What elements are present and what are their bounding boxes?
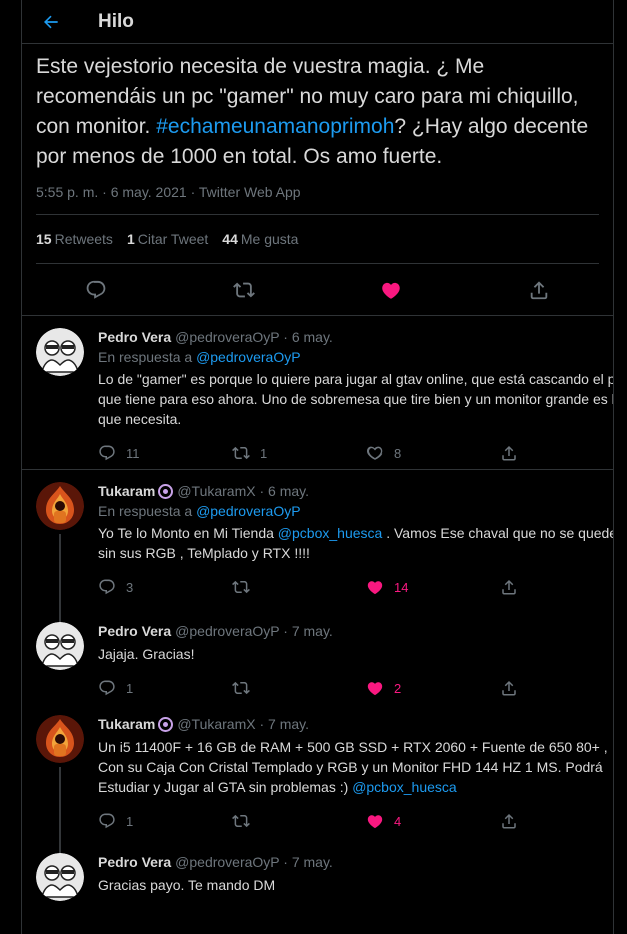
likes-stat[interactable]: 44 Me gusta [222,231,298,247]
share-button[interactable] [528,279,550,301]
reply-button[interactable] [85,279,107,301]
author-name[interactable]: Pedro Vera [98,328,171,346]
heart-filled-icon [367,581,383,595]
reply-button[interactable]: 11 [98,444,232,462]
like-button[interactable]: 8 [366,444,500,462]
tweet-stats: 15 Retweets 1 Citar Tweet 44 Me gusta [36,215,599,264]
tweet-text: Gracias payo. Te mando DM [98,877,276,893]
like-button[interactable]: 14 [366,578,500,596]
main-tweet-actions [22,264,613,316]
retweet-button[interactable] [232,812,366,830]
retweet-icon [232,580,250,594]
mention-link[interactable]: @pedroveraOyP [196,349,300,365]
author-name[interactable]: Tukaram [98,715,155,733]
mention-link[interactable]: @pcbox_huesca [352,779,457,795]
heart-icon [366,446,383,460]
share-button[interactable] [500,679,613,697]
share-icon [530,280,548,299]
reply-icon [99,680,115,696]
author-handle[interactable]: @pedroveraOyP · 7 may. [175,622,333,640]
reply-tweet[interactable]: Pedro Vera @pedroveraOyP · 7 may. Jajaja… [22,610,613,703]
share-button[interactable] [500,812,613,830]
like-button[interactable]: 2 [366,679,500,697]
share-icon [502,813,516,829]
badge-icon [158,716,174,732]
retweet-button[interactable] [232,279,255,301]
share-button[interactable] [500,578,613,596]
author-handle[interactable]: @TukaramX · 7 may. [177,715,309,733]
main-tweet: Este vejestorio necesita de vuestra magi… [22,44,613,264]
reply-button[interactable]: 1 [98,679,232,697]
reply-icon [99,445,115,461]
heart-filled-icon [367,815,383,829]
reply-tweet[interactable]: Pedro Vera @pedroveraOyP · 7 may. Gracia… [22,841,613,921]
mention-link[interactable]: @pcbox_huesca [278,525,383,541]
retweet-icon [232,814,250,828]
tweet-actions: 1 4 [98,809,613,833]
reply-tweet[interactable]: Pedro Vera @pedroveraOyP · 6 may. En res… [22,316,613,470]
reply-icon [86,280,106,299]
heart-filled-icon [382,282,401,299]
tweet-actions: 11 1 8 [98,441,613,465]
avatar[interactable] [36,715,84,763]
author-handle[interactable]: @pedroveraOyP · 7 may. [175,853,333,871]
tweet-timestamp[interactable]: 5:55 p. m. · 6 may. 2021 · Twitter Web A… [36,184,599,215]
reply-button[interactable]: 3 [98,578,232,596]
retweets-stat[interactable]: 15 Retweets [36,231,113,247]
tweet-text: Lo de "gamer" es porque lo quiere para j… [98,371,614,427]
like-button[interactable] [380,279,402,301]
tweet-actions: 3 14 [98,575,613,599]
in-reply-to: En respuesta a @pedroveraOyP [98,503,301,519]
hashtag-link[interactable]: #echameunamanoprimoh [156,115,394,138]
page-title: Hilo [98,10,134,32]
reply-icon [99,813,115,829]
like-button[interactable]: 4 [366,812,500,830]
header: Hilo [22,0,613,44]
avatar[interactable] [36,853,84,901]
avatar[interactable] [36,622,84,670]
reply-icon [99,579,115,595]
arrow-left-icon [44,15,58,28]
in-reply-to: En respuesta a @pedroveraOyP [98,349,301,365]
share-button[interactable] [500,444,613,462]
thread-panel: Hilo Este vejestorio necesita de vuestra… [21,0,614,934]
author-handle[interactable]: @TukaramX · 6 may. [177,482,309,500]
retweet-icon [232,282,255,297]
tweet-actions: 1 2 [98,676,613,700]
share-icon [502,680,516,696]
reply-tweet[interactable]: Tukaram @TukaramX · 6 may. En respuesta … [22,470,614,630]
avatar[interactable] [36,482,84,530]
main-tweet-text: Este vejestorio necesita de vuestra magi… [36,55,589,168]
retweet-button[interactable] [232,578,366,596]
mention-link[interactable]: @pedroveraOyP [196,503,300,519]
heart-filled-icon [367,682,383,696]
reply-tweet[interactable]: Tukaram @TukaramX · 7 may. Un i5 11400F … [22,703,613,857]
back-button[interactable] [40,11,62,33]
share-icon [502,445,516,461]
author-name[interactable]: Tukaram [98,482,155,500]
tweet-text: Jajaja. Gracias! [98,646,195,662]
avatar[interactable] [36,328,84,376]
author-name[interactable]: Pedro Vera [98,853,171,871]
author-handle[interactable]: @pedroveraOyP · 6 may. [175,328,333,346]
retweet-icon [232,681,250,695]
tweet-text: Un i5 11400F + 16 GB de RAM + 500 GB SSD… [98,739,608,795]
retweet-button[interactable] [232,679,366,697]
badge-icon [158,483,174,499]
retweet-icon [232,446,250,460]
quotes-stat[interactable]: 1 Citar Tweet [127,231,208,247]
reply-button[interactable]: 1 [98,812,232,830]
author-name[interactable]: Pedro Vera [98,622,171,640]
share-icon [502,579,516,595]
tweet-text: Yo Te lo Monto en Mi Tienda @pcbox_huesc… [98,525,614,561]
retweet-button[interactable]: 1 [232,444,366,462]
